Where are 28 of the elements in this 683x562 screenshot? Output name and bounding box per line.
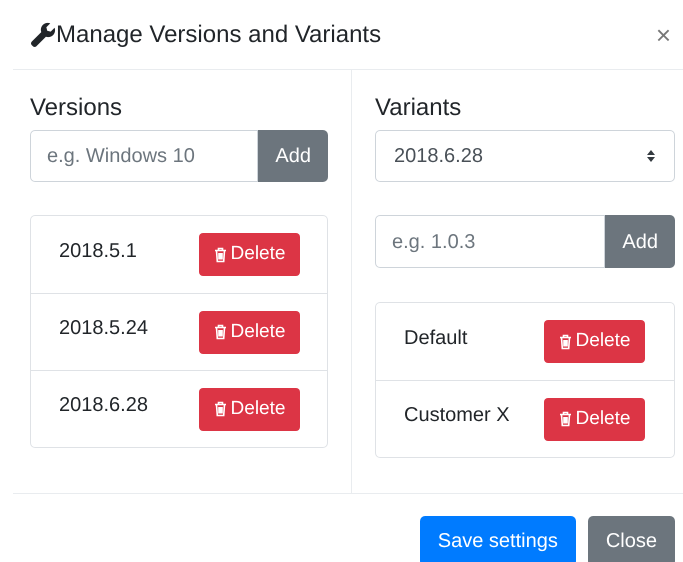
item-label: 2018.6.28 <box>59 393 149 418</box>
input-field[interactable]: e.g. Windows 10 <box>30 130 258 182</box>
item-label: 2018.5.24 <box>59 316 149 341</box>
section-heading: Variants <box>375 96 462 120</box>
add-button[interactable]: Add <box>605 215 675 268</box>
delete-button[interactable]: Delete <box>199 310 300 354</box>
delete-button[interactable]: Delete <box>199 233 300 276</box>
section-heading: Versions <box>30 96 124 120</box>
close-button[interactable]: Close <box>588 516 675 562</box>
trash-icon <box>214 246 227 262</box>
save-button[interactable]: Save settings <box>420 516 576 562</box>
trash-icon <box>214 324 227 340</box>
trash-icon <box>214 401 227 417</box>
delete-button[interactable]: Delete <box>199 388 300 430</box>
input-field[interactable]: e.g. 1.0.3 <box>375 215 606 268</box>
add-button[interactable]: Add <box>258 130 328 182</box>
dialog-title: Manage Versions and Variants <box>56 22 382 46</box>
close-button[interactable]: × <box>656 22 671 48</box>
sort-caret-icon <box>646 149 656 163</box>
wrench-icon <box>30 22 56 48</box>
trash-icon <box>558 334 572 350</box>
item-label: Default <box>404 326 468 350</box>
trash-icon <box>558 411 572 427</box>
item-label: Customer X <box>404 403 511 428</box>
delete-button[interactable]: Delete <box>544 320 645 363</box>
delete-button[interactable]: Delete <box>544 398 645 440</box>
item-label: 2018.5.1 <box>59 238 138 264</box>
select-field[interactable]: 2018.6.28 <box>375 130 675 182</box>
